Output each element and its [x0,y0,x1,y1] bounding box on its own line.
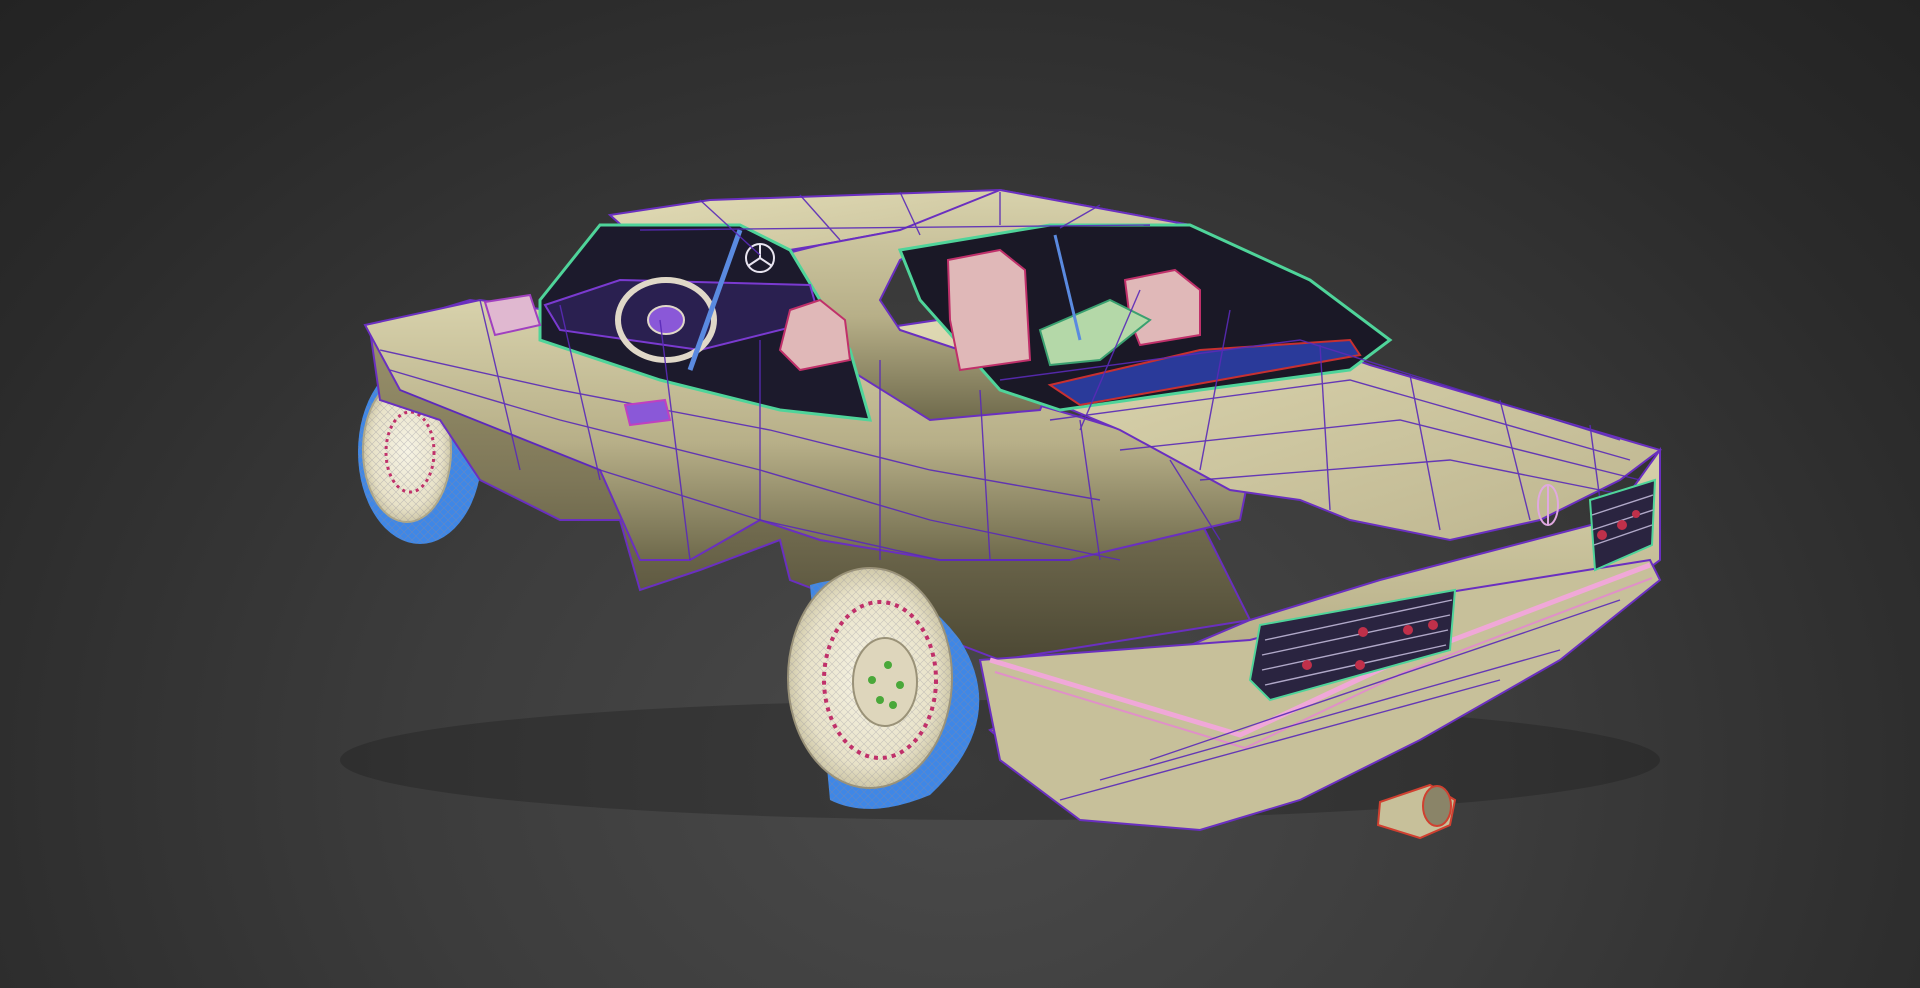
car-wireframe-model[interactable] [0,0,1920,988]
rear-seat-right [1123,268,1201,347]
door-handle [623,398,672,427]
rear-seat-left [946,248,1032,372]
3d-viewport[interactable] [0,0,1920,988]
